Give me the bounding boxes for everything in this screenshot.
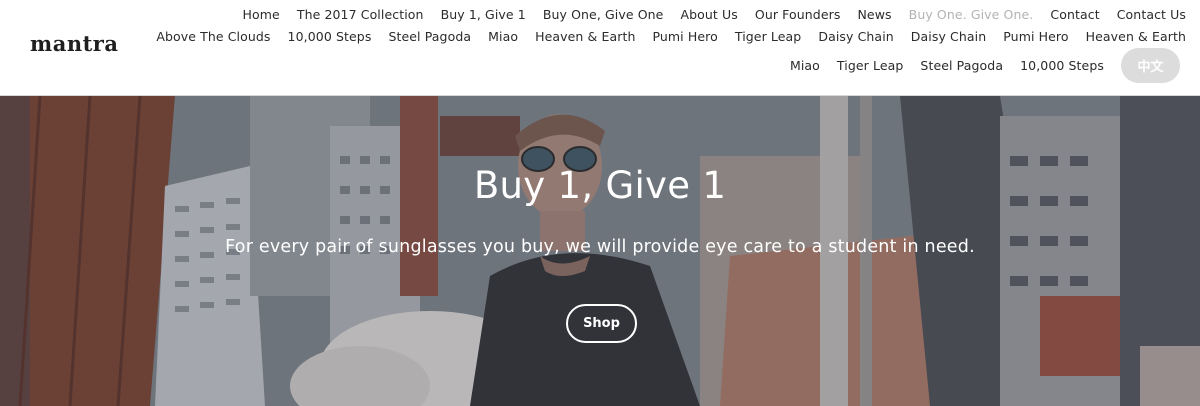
nav-link-10000-steps-2[interactable]: 10,000 Steps: [1020, 57, 1104, 75]
nav-link-steel-pagoda-2[interactable]: Steel Pagoda: [920, 57, 1003, 75]
nav-link-our-founders[interactable]: Our Founders: [755, 6, 841, 24]
nav-link-contact-us[interactable]: Contact Us: [1117, 6, 1186, 24]
hero-subtitle: For every pair of sunglasses you buy, we…: [225, 237, 975, 257]
nav-link-buy-1-give-1[interactable]: Buy 1, Give 1: [441, 6, 526, 24]
nav-link-miao-2[interactable]: Miao: [790, 57, 820, 75]
nav-link-pumi-hero[interactable]: Pumi Hero: [652, 28, 717, 46]
main-nav-row-1: Home The 2017 Collection Buy 1, Give 1 B…: [243, 6, 1187, 24]
brand-logo[interactable]: mantra: [30, 31, 118, 56]
language-switch-button[interactable]: 中文: [1121, 48, 1180, 83]
nav-link-buy-one-give-one-active[interactable]: Buy One. Give One.: [909, 6, 1034, 24]
nav-link-above-the-clouds[interactable]: Above The Clouds: [156, 28, 270, 46]
shop-button[interactable]: Shop: [566, 304, 637, 343]
nav-link-contact[interactable]: Contact: [1050, 6, 1099, 24]
nav-link-heaven-earth[interactable]: Heaven & Earth: [535, 28, 635, 46]
nav-link-daisy-chain-2[interactable]: Daisy Chain: [911, 28, 986, 46]
nav-link-tiger-leap-2[interactable]: Tiger Leap: [837, 57, 904, 75]
nav-link-pumi-hero-2[interactable]: Pumi Hero: [1003, 28, 1068, 46]
nav-link-about-us[interactable]: About Us: [680, 6, 737, 24]
nav-link-tiger-leap[interactable]: Tiger Leap: [735, 28, 802, 46]
nav-link-steel-pagoda[interactable]: Steel Pagoda: [388, 28, 471, 46]
nav-link-heaven-earth-2[interactable]: Heaven & Earth: [1086, 28, 1186, 46]
nav-link-daisy-chain[interactable]: Daisy Chain: [818, 28, 893, 46]
nav-link-miao[interactable]: Miao: [488, 28, 518, 46]
nav-link-buy-one-give-one[interactable]: Buy One, Give One: [543, 6, 664, 24]
nav-link-home[interactable]: Home: [243, 6, 280, 24]
main-nav-row-2: Above The Clouds 10,000 Steps Steel Pago…: [156, 28, 1186, 46]
site-header: mantra Home The 2017 Collection Buy 1, G…: [0, 0, 1200, 96]
hero-banner: Buy 1, Give 1 For every pair of sunglass…: [0, 96, 1200, 406]
nav-link-10000-steps[interactable]: 10,000 Steps: [288, 28, 372, 46]
main-nav-row-3: Miao Tiger Leap Steel Pagoda 10,000 Step…: [790, 48, 1180, 83]
hero-title: Buy 1, Give 1: [473, 164, 727, 207]
nav-link-2017-collection[interactable]: The 2017 Collection: [297, 6, 424, 24]
nav-link-news[interactable]: News: [857, 6, 891, 24]
